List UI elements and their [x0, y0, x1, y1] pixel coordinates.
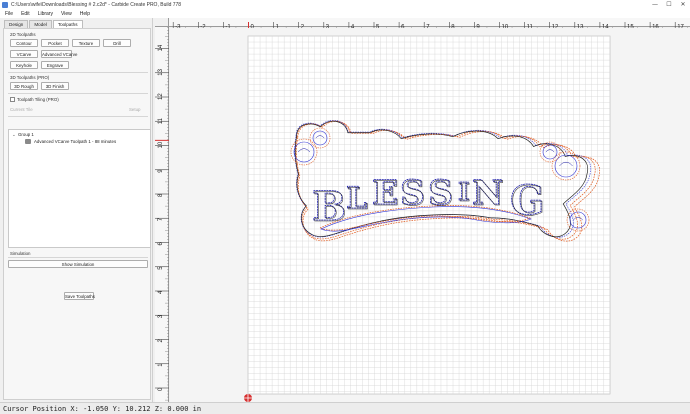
menu-bar: File Edit Library View Help: [0, 9, 690, 18]
engrave-button[interactable]: Engrave: [41, 61, 69, 69]
design-canvas[interactable]: BBLLEESSSSIINNGG: [170, 28, 690, 402]
ruler-label: 5: [158, 266, 164, 270]
separator: [8, 72, 148, 73]
ruler-label: 8: [158, 193, 164, 197]
separator: [8, 116, 148, 117]
tree-expand-icon[interactable]: ⌄: [12, 132, 16, 138]
ruler-corner: [155, 18, 169, 27]
tree-toolpath-item[interactable]: Advanced VCarve Toolpath 1 - 88 minutes: [34, 139, 116, 144]
tree-group-item[interactable]: Group 1: [18, 132, 34, 137]
design-letter-outline: N: [473, 174, 504, 214]
menu-file[interactable]: File: [5, 11, 13, 17]
tab-model[interactable]: Model: [29, 20, 52, 28]
window-title: C:\Users\wife\Downloads\Blessing # 2.c2d…: [11, 1, 182, 8]
pocket-button[interactable]: Pocket: [41, 39, 69, 47]
canvas-graphic[interactable]: BB LL EE SS SS II NN GG: [170, 28, 690, 402]
vcarve-button[interactable]: VCarve: [10, 50, 38, 58]
design-letter-outline: B: [313, 184, 347, 231]
title-bar: C:\Users\wife\Downloads\Blessing # 2.c2d…: [0, 0, 690, 9]
ruler-label: 3: [158, 314, 164, 318]
design-letter-outline: G: [511, 178, 545, 225]
3d-finish-button[interactable]: 3D Finish: [41, 82, 69, 90]
horizontal-ruler: -3-2-10123456789101112131415161718: [169, 18, 690, 31]
window-controls: — ☐ ✕: [648, 0, 690, 9]
separator: [8, 257, 148, 258]
toolpath-icon: [25, 139, 31, 144]
tiling-setup-button[interactable]: Setup: [129, 107, 140, 112]
section-3d-toolpaths: 3D Toolpaths (PRO): [10, 75, 50, 80]
vertical-ruler: 1514131211109876543210: [155, 20, 169, 410]
menu-help[interactable]: Help: [80, 11, 90, 17]
toolpaths-tab-body: 2D Toolpaths Contour Pocket Texture Dril…: [3, 28, 151, 400]
ruler-label: 4: [158, 290, 164, 294]
ruler-label: 12: [158, 93, 164, 100]
ruler-label: 6: [158, 242, 164, 246]
texture-button[interactable]: Texture: [72, 39, 100, 47]
status-bar: Cursor Position X: -1.050 Y: 10.212 Z: 0…: [0, 402, 690, 414]
ruler-label: 7: [158, 217, 164, 221]
app-window: C:\Users\wife\Downloads\Blessing # 2.c2d…: [0, 0, 690, 414]
panel-tabs: Design Model Toolpaths: [4, 20, 84, 28]
contour-button[interactable]: Contour: [10, 39, 38, 47]
3d-rough-button[interactable]: 3D Rough: [10, 82, 38, 90]
close-icon[interactable]: ✕: [676, 0, 690, 9]
ruler-label: 0: [158, 387, 164, 391]
ruler-label: 2: [158, 339, 164, 343]
ruler-label: 14: [158, 44, 164, 51]
current-tile-label: Current Tile: [10, 107, 33, 112]
design-letter-outline: L: [347, 182, 368, 217]
menu-edit[interactable]: Edit: [21, 11, 30, 17]
save-toolpaths-button[interactable]: Save Toolpaths: [64, 292, 95, 300]
design-letter-outline: S: [401, 174, 426, 214]
toolpath-tree[interactable]: ⌄ Group 1 Advanced VCarve Toolpath 1 - 8…: [8, 129, 151, 248]
menu-library[interactable]: Library: [38, 11, 53, 17]
tab-toolpaths[interactable]: Toolpaths: [52, 20, 83, 28]
menu-view[interactable]: View: [61, 11, 72, 17]
toolpath-tiling-label: Toolpath Tiling (PRO): [17, 97, 59, 102]
left-panel: Design Model Toolpaths 2D Toolpaths Cont…: [0, 18, 153, 402]
design-letter-outline: I: [459, 178, 470, 207]
section-2d-toolpaths: 2D Toolpaths: [10, 32, 36, 37]
ruler-label: 11: [158, 117, 164, 124]
ruler-label: 9: [158, 169, 164, 173]
tab-design[interactable]: Design: [4, 20, 29, 28]
show-simulation-button[interactable]: Show Simulation: [8, 260, 148, 268]
keyhole-button[interactable]: Keyhole: [10, 61, 38, 69]
cursor-position: Cursor Position X: -1.050 Y: 10.212 Z: 0…: [3, 405, 202, 413]
toolpath-tiling-checkbox[interactable]: [10, 97, 15, 102]
app-icon: [2, 1, 8, 8]
minimize-icon[interactable]: —: [648, 0, 662, 9]
vertical-ruler-graphic: 1514131211109876543210: [155, 20, 169, 410]
origin-marker: [244, 394, 252, 402]
maximize-icon[interactable]: ☐: [662, 0, 676, 9]
advanced-vcarve-button[interactable]: Advanced VCarve: [41, 50, 77, 58]
ruler-label: 10: [158, 141, 164, 148]
design-letter-outline: E: [373, 174, 399, 214]
design-letter-outline: S: [429, 174, 454, 214]
ruler-label: 13: [158, 68, 164, 75]
drill-button[interactable]: Drill: [103, 39, 131, 47]
ruler-label: 1: [158, 363, 164, 367]
separator: [8, 93, 148, 94]
section-simulation: Simulation: [10, 251, 31, 256]
